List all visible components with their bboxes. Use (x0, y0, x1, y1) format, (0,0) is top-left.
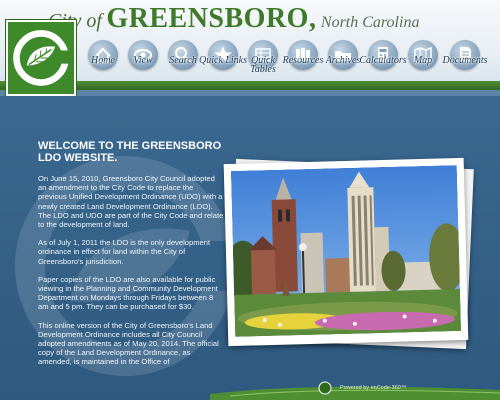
intro-paragraph-1: On June 15, 2010, Greensboro City Counci… (38, 174, 224, 230)
nav-documents[interactable]: Documents (443, 38, 488, 80)
nav-quick-tables[interactable]: Quick Tables (244, 38, 282, 80)
nav-calculators[interactable]: Calculators (359, 38, 407, 80)
downtown-greensboro-photo (230, 165, 462, 337)
intro-paragraph-4: This online version of the City of Green… (38, 320, 219, 367)
city-logo[interactable] (6, 20, 76, 96)
main-content: WELCOME TO THE GREENSBORO LDO WEBSITE. O… (0, 96, 500, 400)
nav-home[interactable]: Home (84, 38, 122, 80)
main-navigation: Home View Search Quick Links Quick Table… (84, 38, 500, 80)
welcome-heading: WELCOME TO THE GREENSBORO LDO WEBSITE. (38, 140, 222, 164)
nav-view[interactable]: View (124, 38, 162, 80)
nav-map[interactable]: Map (404, 38, 442, 80)
site-title: City of GREENSBORO, North Carolina (48, 3, 419, 35)
nav-archives[interactable]: Archives (324, 38, 362, 80)
site-title-main: GREENSBORO, (106, 3, 317, 34)
site-title-state: North Carolina (320, 14, 420, 31)
nav-resources[interactable]: Resources (283, 38, 323, 80)
downtown-photo-frame (223, 157, 469, 347)
nav-search[interactable]: Search (164, 38, 202, 80)
powered-by-link[interactable]: Powered by enCode-360™ (340, 385, 406, 391)
encode360-logo[interactable] (318, 381, 336, 395)
site-header: City of GREENSBORO, North Carolina Home … (0, 0, 500, 96)
nav-documents-label: Documents (442, 55, 488, 66)
welcome-section: WELCOME TO THE GREENSBORO LDO WEBSITE. O… (38, 140, 224, 376)
encode360-logo-icon (318, 381, 332, 395)
city-leaf-logo-icon (13, 30, 71, 86)
intro-paragraph-3: Paper copies of the LDO are also availab… (38, 274, 218, 312)
nav-quick-links[interactable]: Quick Links (199, 38, 247, 80)
intro-paragraph-2: As of July 1, 2011 the LDO is the only d… (38, 238, 211, 266)
